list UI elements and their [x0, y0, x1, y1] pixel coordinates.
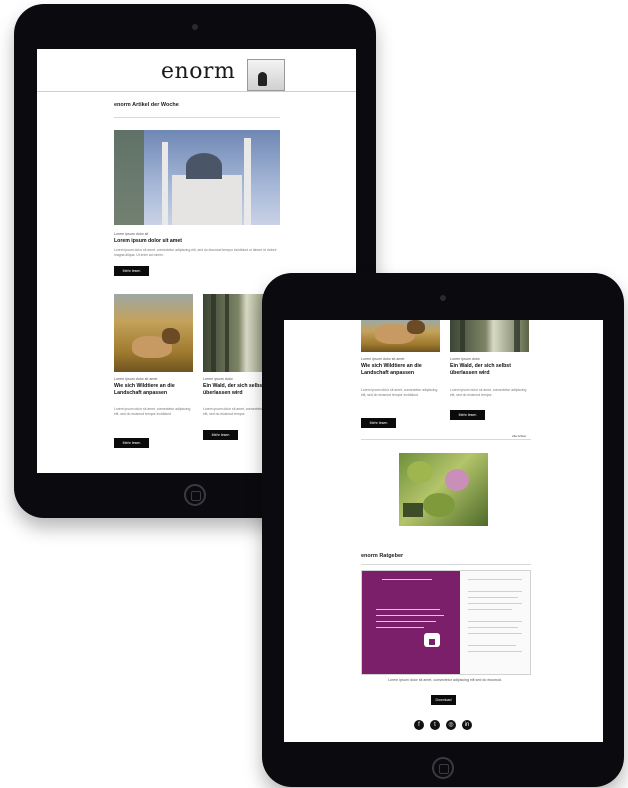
more-articles-link[interactable]: Alle Artikel [512, 434, 526, 438]
minaret-right [244, 138, 251, 225]
article-1-title[interactable]: Wie sich Wildtiere an die Landschaft anp… [361, 363, 440, 384]
cover-text-line [376, 615, 444, 616]
report-text-line [468, 645, 516, 646]
report-text-line [468, 609, 512, 610]
article-1-read-more-button[interactable]: Mehr lesen [361, 418, 396, 428]
article-1-image[interactable] [361, 320, 440, 352]
article-2-category: Lorem ipsum dolor [450, 357, 480, 361]
report-text-line [468, 603, 522, 604]
article-1-category: Lorem ipsum dolor sit amet [114, 377, 158, 381]
report-caption: Lorem ipsum dolor sit amet, consectetur … [388, 678, 502, 682]
minaret-left [162, 142, 168, 225]
featured-article-image[interactable] [114, 130, 280, 225]
tablet-front: Lorem ipsum dolor sit amet Wie sich Wild… [262, 273, 624, 787]
foliage [407, 461, 433, 483]
report-text-line [468, 633, 522, 634]
cover-text-line [376, 621, 436, 622]
report-text-line [468, 591, 522, 592]
promo-label-block [403, 503, 423, 517]
linkedin-icon[interactable]: in [462, 720, 472, 730]
report-cover [362, 571, 460, 674]
article-1-title[interactable]: Wie sich Wildtiere an die Landschaft anp… [114, 383, 193, 404]
article-1-read-more-button[interactable]: Mehr lesen [114, 438, 149, 448]
report-download-button[interactable]: Download [431, 695, 456, 705]
article-2-title[interactable]: Ein Wald, der sich selbst überlassen wir… [450, 363, 529, 384]
article-2-body: Lorem ipsum dolor sit amet, consectetur … [450, 388, 527, 397]
tree-left [114, 130, 144, 225]
home-button[interactable] [184, 484, 206, 506]
foliage [423, 493, 455, 517]
house-door [429, 639, 435, 645]
magazine-cover-image[interactable] [247, 59, 285, 91]
animal-head [407, 320, 425, 334]
report-text-line [468, 621, 522, 622]
report-text-line [468, 597, 518, 598]
flower [445, 469, 469, 491]
report-preview-image[interactable] [361, 570, 531, 675]
cover-text-line [376, 627, 424, 628]
twitter-icon[interactable]: t [430, 720, 440, 730]
featured-read-more-button[interactable]: Mehr lesen [114, 266, 149, 276]
tree-trunk [225, 294, 229, 372]
report-text-line [468, 651, 522, 652]
article-2-read-more-button[interactable]: Mehr lesen [203, 430, 238, 440]
cover-text-line [376, 609, 440, 610]
brand-logo[interactable]: enorm [161, 59, 235, 84]
article-1-category: Lorem ipsum dolor sit amet [361, 357, 405, 361]
tree-trunk [211, 294, 216, 372]
report-section-title: enorm Ratgeber [361, 553, 404, 559]
report-text-line [468, 627, 518, 628]
tablet-camera [440, 295, 446, 301]
featured-body: Lorem ipsum dolor sit amet, consectetur … [114, 248, 277, 257]
tree-trunk [460, 320, 465, 352]
promo-banner-image[interactable] [399, 453, 488, 526]
animal-head [162, 328, 180, 344]
featured-category: Lorem ipsum dolor sit [114, 232, 149, 236]
section-title: enorm Artikel der Woche [114, 102, 179, 108]
newsletter-header: enorm [37, 49, 356, 92]
article-2-image[interactable] [450, 320, 529, 352]
divider [114, 117, 280, 118]
cover-text-line [382, 579, 432, 580]
cover-figure [258, 72, 267, 86]
divider [361, 564, 531, 565]
article-1-image[interactable] [114, 294, 193, 372]
featured-title[interactable]: Lorem ipsum dolor sit amet [114, 238, 280, 246]
mosque-wall [172, 175, 242, 225]
article-1-body: Lorem ipsum dolor sit amet, consectetur … [114, 407, 191, 416]
mosque-dome [186, 153, 222, 179]
meadow [114, 294, 193, 372]
divider [361, 439, 531, 440]
instagram-icon[interactable]: ◎ [446, 720, 456, 730]
article-2-read-more-button[interactable]: Mehr lesen [450, 410, 485, 420]
email-screen-bottom: Lorem ipsum dolor sit amet Wie sich Wild… [284, 320, 603, 742]
tree-trunk [514, 320, 520, 352]
facebook-icon[interactable]: f [414, 720, 424, 730]
report-text-line [468, 579, 522, 580]
tablet-camera [192, 24, 198, 30]
home-button[interactable] [432, 757, 454, 779]
house-icon [424, 633, 440, 647]
article-1-body: Lorem ipsum dolor sit amet, consectetur … [361, 388, 438, 397]
